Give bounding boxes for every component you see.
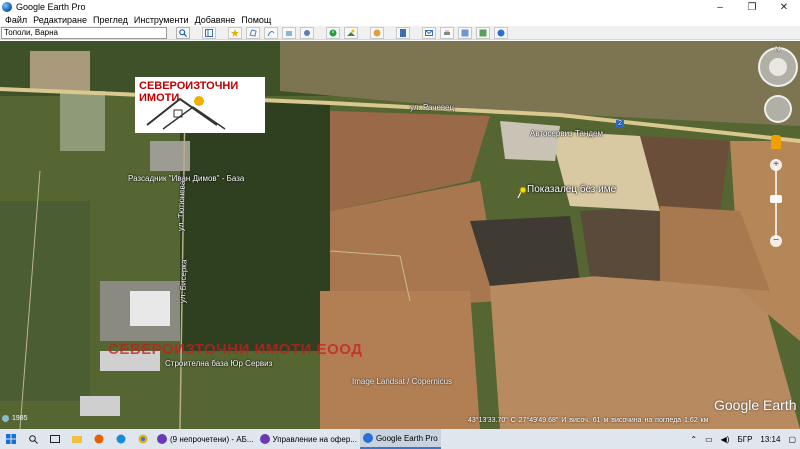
yahoo-icon xyxy=(157,434,167,444)
sunlight-icon[interactable] xyxy=(344,26,358,39)
sidebar-toggle-icon[interactable] xyxy=(202,26,216,39)
email-icon[interactable] xyxy=(422,26,436,39)
window-controls: – ❐ ✕ xyxy=(704,0,800,14)
minimize-button[interactable]: – xyxy=(704,0,736,14)
road-label-rachevets[interactable]: ул. Рачевец xyxy=(410,103,454,112)
house-icon xyxy=(146,96,226,130)
network-icon[interactable]: ▭ xyxy=(705,435,713,444)
zoom-in-button[interactable]: + xyxy=(770,159,782,171)
move-joystick[interactable] xyxy=(764,95,792,123)
file-explorer-icon[interactable] xyxy=(66,429,88,449)
tray-chevron-icon[interactable]: ⌃ xyxy=(690,435,697,444)
firefox-icon[interactable] xyxy=(88,429,110,449)
google-earth-app-icon xyxy=(2,2,12,12)
north-indicator: N xyxy=(775,46,781,53)
language-indicator[interactable]: БГР xyxy=(737,435,752,444)
windows-taskbar: (9 непрочетени) - АБ... Управление на оф… xyxy=(0,429,800,449)
title-bar: Google Earth Pro – ❐ ✕ xyxy=(0,0,800,14)
imagery-copyright: Image Landsat / Copernicus xyxy=(352,377,453,386)
taskbar-app-offers[interactable]: Управление на офер... xyxy=(257,429,360,449)
maximize-button[interactable]: ❐ xyxy=(736,0,768,14)
map-viewport[interactable]: ул. Рачевец Автосервиз Тандем Разсадник … xyxy=(0,41,800,429)
notifications-icon[interactable]: ▢ xyxy=(788,435,796,444)
volume-icon[interactable]: ◀) xyxy=(721,435,730,444)
road-label-tyutyuneva[interactable]: ул. Тютюнева xyxy=(176,181,187,232)
poi-label-autoservice[interactable]: Автосервиз Тандем xyxy=(530,129,603,138)
add-path-icon[interactable] xyxy=(264,26,278,39)
ruler-icon[interactable] xyxy=(396,26,410,39)
planets-icon[interactable] xyxy=(370,26,384,39)
edge-icon[interactable] xyxy=(110,429,132,449)
close-button[interactable]: ✕ xyxy=(768,0,800,14)
record-tour-icon[interactable] xyxy=(300,26,314,39)
poi-label-construction-base[interactable]: Строителна база Юр Сервиз xyxy=(165,359,272,368)
satellite-imagery xyxy=(0,41,800,429)
add-placemark-icon[interactable] xyxy=(228,26,242,39)
windows-logo-icon xyxy=(6,434,16,444)
company-logo-overlay[interactable]: СЕВЕРОИЗТОЧНИ ИМОТИ xyxy=(135,77,265,133)
look-joystick[interactable]: N xyxy=(758,46,798,87)
taskbar-app-google-earth[interactable]: Google Earth Pro xyxy=(359,429,441,449)
menu-tools[interactable]: Инструменти xyxy=(134,15,189,25)
earth-icon[interactable] xyxy=(494,26,508,39)
print-icon[interactable] xyxy=(440,26,454,39)
zoom-slider-thumb[interactable] xyxy=(770,195,782,203)
add-overlay-icon[interactable] xyxy=(282,26,296,39)
taskbar-search-icon[interactable] xyxy=(22,429,44,449)
clock[interactable]: 13:14 xyxy=(760,435,780,444)
historical-imagery-year[interactable]: 1985 xyxy=(2,415,28,422)
menu-help[interactable]: Помощ xyxy=(241,15,271,25)
google-earth-icon xyxy=(362,433,373,443)
look-joystick-center[interactable] xyxy=(769,58,787,76)
menu-bar: Файл Редактиране Преглед Инструменти Доб… xyxy=(0,14,800,26)
view-in-maps-icon[interactable] xyxy=(476,26,490,39)
system-tray: ⌃ ▭ ◀) БГР 13:14 ▢ xyxy=(682,429,796,449)
taskbar-app-mail[interactable]: (9 непрочетени) - АБ... xyxy=(154,429,257,449)
historical-imagery-icon[interactable] xyxy=(326,26,340,39)
save-image-icon[interactable] xyxy=(458,26,472,39)
menu-edit[interactable]: Редактиране xyxy=(33,15,87,25)
search-button[interactable] xyxy=(176,26,190,39)
clock-icon xyxy=(2,415,9,422)
task-view-icon[interactable] xyxy=(44,429,66,449)
google-earth-brand: Google Earth xyxy=(714,397,797,413)
zoom-out-button[interactable]: − xyxy=(770,235,782,247)
search-input[interactable]: Тополи, Варна xyxy=(1,26,167,39)
toolbar: Тополи, Варна xyxy=(0,26,800,40)
yahoo-icon xyxy=(259,434,270,444)
road-label-biserka[interactable]: ул. Бисерка xyxy=(178,259,189,303)
placemark-label[interactable]: Показалец без име xyxy=(527,184,616,195)
search-icon xyxy=(179,28,187,37)
menu-view[interactable]: Преглед xyxy=(93,15,128,25)
add-polygon-icon[interactable] xyxy=(246,26,260,39)
coordinates-status: 43°13'33.70" С 27°49'49.68" И височ. 61 … xyxy=(468,417,709,424)
start-button[interactable] xyxy=(0,429,22,449)
menu-file[interactable]: Файл xyxy=(5,15,27,25)
company-watermark: СЕВЕРОИЗТОЧНИ ИМОТИ ЕООД xyxy=(108,341,363,358)
road-sign: 2 xyxy=(616,120,624,127)
pegman-icon[interactable] xyxy=(771,135,781,149)
window-title: Google Earth Pro xyxy=(16,2,86,12)
chrome-icon[interactable] xyxy=(132,429,154,449)
menu-add[interactable]: Добавяне xyxy=(195,15,236,25)
